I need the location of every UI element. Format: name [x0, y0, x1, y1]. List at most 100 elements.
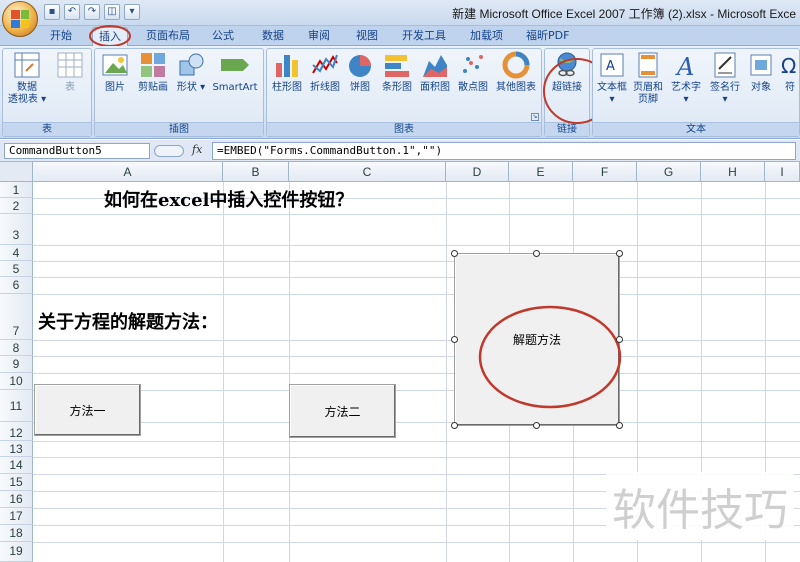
print-preview-icon[interactable]: ◫ — [104, 4, 120, 20]
textbox-button[interactable]: A 文本框 ▾ — [595, 51, 629, 106]
pie-chart-label: 饼图 — [350, 82, 370, 93]
table-label: 表 — [65, 82, 75, 93]
row-header[interactable]: 13 — [0, 441, 33, 457]
column-header[interactable]: E — [509, 162, 573, 182]
customize-qat-icon[interactable]: ▾ — [124, 4, 140, 20]
group-tables: 数据 透视表 ▾ 表 表 — [2, 48, 92, 137]
row-header[interactable]: 9 — [0, 356, 33, 373]
resize-handle[interactable] — [451, 422, 458, 429]
line-chart-button[interactable]: 折线图 — [307, 51, 343, 94]
row-header[interactable]: 8 — [0, 340, 33, 356]
row-header[interactable]: 10 — [0, 373, 33, 390]
tab-formulas[interactable]: 公式 — [206, 27, 240, 46]
row-header[interactable]: 14 — [0, 457, 33, 474]
formula-input[interactable]: =EMBED("Forms.CommandButton.1","") — [212, 142, 796, 160]
row-header[interactable]: 16 — [0, 491, 33, 508]
clipart-label: 剪贴画 — [138, 82, 168, 93]
undo-icon[interactable]: ↶ — [64, 4, 80, 20]
column-header[interactable]: D — [446, 162, 509, 182]
sheet-title-text: 如何在excel中插入控件按钮？ — [104, 190, 354, 211]
row-header[interactable]: 12 — [0, 422, 33, 441]
insert-function-icon[interactable]: fx — [192, 143, 202, 156]
symbol-button[interactable]: Ω 符 — [779, 51, 800, 94]
resize-handle[interactable] — [616, 336, 623, 343]
clipart-button[interactable]: 剪贴画 — [135, 51, 171, 94]
header-footer-button[interactable]: 页眉和 页脚 — [631, 51, 665, 106]
column-header[interactable]: G — [637, 162, 701, 182]
row-header[interactable]: 11 — [0, 390, 33, 422]
row-header[interactable]: 7 — [0, 294, 33, 340]
tab-addins[interactable]: 加载项 — [464, 27, 509, 46]
tab-home[interactable]: 开始 — [44, 27, 78, 46]
wordart-button[interactable]: A 艺术字 ▾ — [667, 51, 705, 106]
smartart-button[interactable]: SmartArt — [209, 51, 261, 94]
scatter-chart-button[interactable]: 散点图 — [455, 51, 491, 94]
office-button[interactable] — [2, 1, 38, 37]
select-all-corner[interactable] — [0, 162, 33, 182]
tab-foxit-pdf[interactable]: 福昕PDF — [520, 27, 575, 46]
row-header[interactable]: 17 — [0, 508, 33, 525]
pie-chart-button[interactable]: 饼图 — [345, 51, 375, 94]
charts-dialog-launcher-icon[interactable]: ↘ — [531, 113, 539, 121]
signature-line-button[interactable]: 签名行 ▾ — [707, 51, 743, 106]
resize-handle[interactable] — [616, 250, 623, 257]
other-charts-button[interactable]: 其他图表 — [493, 51, 539, 94]
row-header[interactable]: 5 — [0, 261, 33, 277]
other-charts-icon — [502, 51, 530, 79]
group-text: A 文本框 ▾ 页眉和 页脚 A 艺术字 ▾ 签名行 ▾ 对象 Ω 符 文本 — [592, 48, 800, 137]
tab-view[interactable]: 视图 — [350, 27, 384, 46]
table-button[interactable]: 表 — [53, 51, 87, 94]
row-header[interactable]: 4 — [0, 245, 33, 261]
resize-handle[interactable] — [533, 250, 540, 257]
pivot-table-icon — [14, 52, 40, 78]
column-chart-button[interactable]: 柱形图 — [269, 51, 305, 94]
wordart-icon: A — [675, 53, 694, 79]
quick-access-toolbar: ▪ ↶ ↷ ◫ ▾ — [44, 4, 140, 20]
shapes-button[interactable]: 形状 ▾ — [175, 51, 207, 94]
area-chart-button[interactable]: 面积图 — [417, 51, 453, 94]
object-label: 对象 — [751, 82, 771, 93]
textbox-icon: A — [600, 53, 624, 77]
picture-button[interactable]: 图片 — [99, 51, 131, 94]
column-chart-icon — [276, 55, 298, 77]
header-footer-label-2: 页脚 — [638, 94, 658, 105]
column-header[interactable]: C — [289, 162, 446, 182]
resize-handle[interactable] — [451, 336, 458, 343]
sheet-subtitle-text: 关于方程的解题方法： — [38, 312, 218, 333]
row-header[interactable]: 6 — [0, 277, 33, 294]
row-header[interactable]: 19 — [0, 542, 33, 562]
object-button[interactable]: 对象 — [745, 51, 777, 94]
svg-text:A: A — [606, 59, 615, 74]
resize-handle[interactable] — [451, 250, 458, 257]
pivot-table-button[interactable]: 数据 透视表 ▾ — [7, 51, 47, 106]
row-header[interactable]: 18 — [0, 525, 33, 542]
column-header[interactable]: A — [33, 162, 223, 182]
row-header[interactable]: 1 — [0, 182, 33, 198]
signature-line-label: 签名行 — [710, 82, 740, 93]
bar-chart-button[interactable]: 条形图 — [379, 51, 415, 94]
formula-bar: CommandButton5 fx =EMBED("Forms.CommandB… — [0, 140, 800, 162]
redo-icon[interactable]: ↷ — [84, 4, 100, 20]
formula-bar-resize-handle[interactable] — [154, 145, 184, 157]
save-icon[interactable]: ▪ — [44, 4, 60, 20]
row-header[interactable]: 15 — [0, 474, 33, 491]
tab-data[interactable]: 数据 — [256, 27, 290, 46]
resize-handle[interactable] — [616, 422, 623, 429]
area-chart-icon — [423, 55, 447, 77]
object-icon — [750, 54, 772, 76]
method-two-button[interactable]: 方法二 — [289, 384, 396, 438]
name-box[interactable]: CommandButton5 — [4, 143, 150, 159]
tab-developer[interactable]: 开发工具 — [396, 27, 452, 46]
column-header[interactable]: B — [223, 162, 289, 182]
row-header[interactable]: 2 — [0, 198, 33, 214]
resize-handle[interactable] — [533, 422, 540, 429]
group-label-text: 文本 — [593, 122, 799, 136]
row-header[interactable]: 3 — [0, 214, 33, 245]
tab-page-layout[interactable]: 页面布局 — [140, 27, 196, 46]
column-header[interactable]: I — [765, 162, 800, 182]
column-header[interactable]: H — [701, 162, 765, 182]
tab-review[interactable]: 审阅 — [302, 27, 336, 46]
method-one-button[interactable]: 方法一 — [34, 384, 141, 436]
column-header[interactable]: F — [573, 162, 637, 182]
pivot-label-2: 透视表 — [7, 94, 38, 105]
